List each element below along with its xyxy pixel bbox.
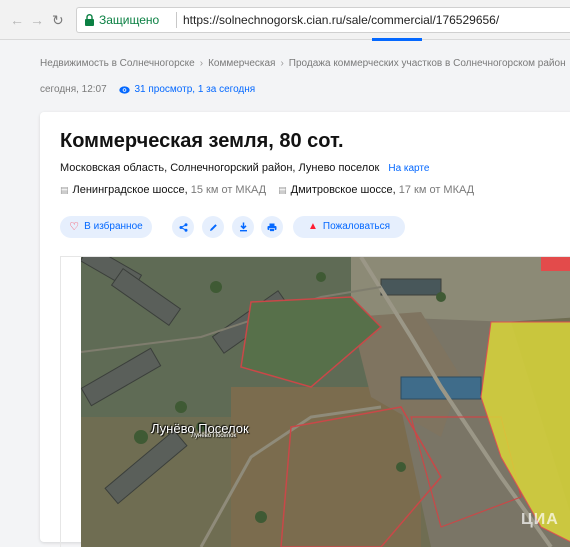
download-button[interactable]: [232, 216, 254, 238]
forward-icon[interactable]: →: [30, 12, 44, 28]
eye-icon: [119, 86, 131, 94]
address-separator: [176, 12, 177, 28]
report-button[interactable]: ▲ Пожаловаться: [293, 216, 405, 238]
highway-distance: 15 км от МКАД: [190, 184, 267, 196]
pencil-icon: [209, 223, 217, 231]
share-button[interactable]: [172, 216, 194, 238]
listing-meta: сегодня, 12:07 31 просмотр, 1 за сегодня: [40, 84, 255, 96]
breadcrumb-item[interactable]: Продажа коммерческих участков в Солнечно…: [289, 58, 566, 69]
breadcrumb-item[interactable]: Недвижимость в Солнечногорске: [40, 58, 195, 69]
share-icon: [179, 222, 187, 232]
cian-watermark: ЦИА: [521, 511, 559, 528]
chevron-right-icon: ›: [199, 58, 204, 69]
listing-photo[interactable]: Лунёво Поселок Лунёво Поселок ЦИА: [60, 256, 570, 547]
satellite-map-image: [81, 257, 570, 547]
active-tab-indicator: [372, 38, 422, 41]
listing-card: Коммерческая земля, 80 сот. Московская о…: [40, 112, 570, 547]
print-icon: [267, 223, 277, 232]
reload-icon[interactable]: ↻: [52, 12, 64, 28]
heart-icon: ♡: [69, 221, 80, 233]
listing-address: Московская область, Солнечногорский райо…: [60, 161, 429, 176]
breadcrumb-item[interactable]: Коммерческая: [208, 58, 275, 69]
highway-icon: ▤: [278, 185, 287, 195]
page-title: Коммерческая земля, 80 сот.: [60, 130, 344, 152]
download-icon: [239, 222, 247, 232]
warning-icon: ▲: [307, 221, 318, 232]
secure-label: Защищено: [99, 13, 160, 27]
favorite-button[interactable]: ♡ В избранное: [60, 216, 152, 238]
highway-name: Дмитровское шоссе,: [290, 184, 396, 196]
url-text[interactable]: https://solnechnogorsk.cian.ru/sale/comm…: [183, 13, 499, 27]
highway-icon: ▤: [60, 185, 69, 195]
highways-line: ▤ Ленинградское шоссе, 15 км от МКАД ▤ Дмит…: [60, 183, 474, 197]
favorite-label: В избранное: [84, 221, 143, 232]
views-count: 31 просмотр, 1 за сегодня: [134, 84, 256, 95]
chevron-right-icon: ›: [280, 58, 284, 69]
publish-date: сегодня, 12:07: [40, 84, 107, 95]
highway-name: Ленинградское шоссе,: [72, 184, 188, 196]
print-button[interactable]: [261, 216, 283, 238]
map-link[interactable]: На карте: [388, 163, 429, 174]
map-place-sublabel: Лунёво Поселок: [191, 433, 237, 439]
breadcrumb: Недвижимость в Солнечногорске › Коммерческ…: [40, 58, 566, 70]
report-label: Пожаловаться: [322, 221, 391, 232]
views-link[interactable]: 31 просмотр, 1 за сегодня: [119, 84, 255, 95]
browser-toolbar: ← → ↻ Защищено https://solnechnogorsk.ci…: [0, 0, 570, 41]
address-text: Московская область, Солнечногорский райо…: [60, 162, 380, 174]
address-bar[interactable]: Защищено https://solnechnogorsk.cian.ru/…: [76, 7, 570, 33]
edit-button[interactable]: [202, 216, 224, 238]
highway-distance: 17 км от МКАД: [398, 184, 475, 196]
lock-icon: [85, 14, 94, 26]
back-icon[interactable]: ←: [10, 12, 24, 28]
